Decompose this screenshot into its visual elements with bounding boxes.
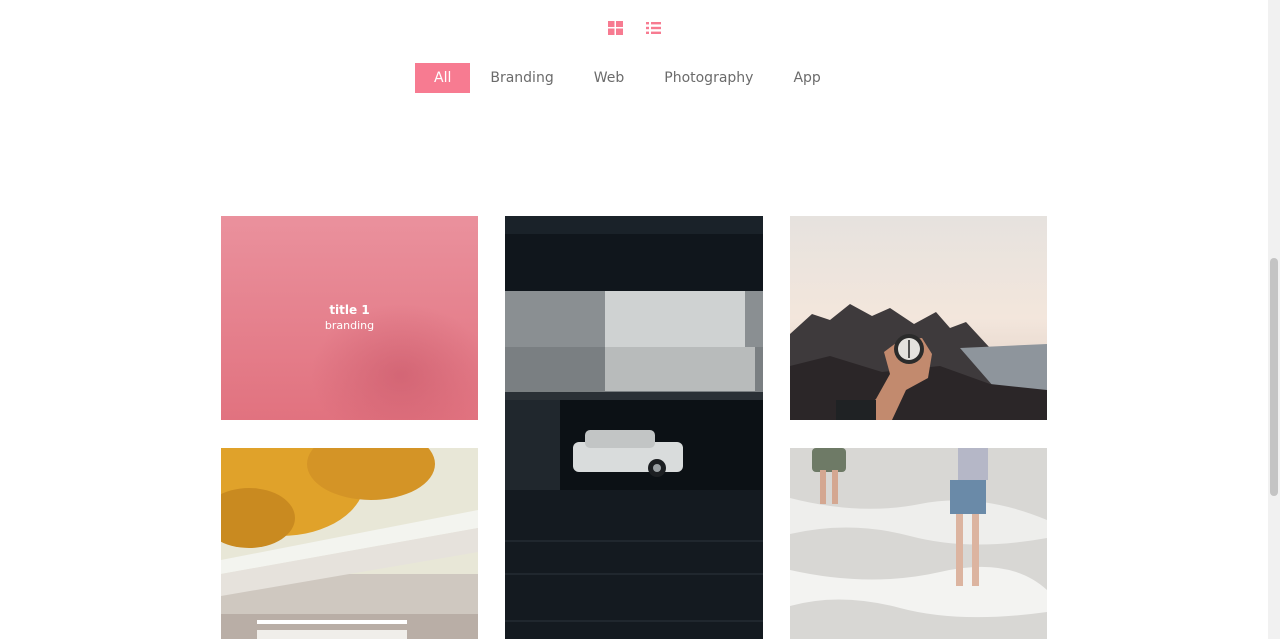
portfolio-item-garage[interactable] xyxy=(505,216,763,639)
filter-app[interactable]: App xyxy=(773,63,840,93)
portfolio-filter-bar: All Branding Web Photography App xyxy=(415,63,841,93)
filter-all[interactable]: All xyxy=(415,63,471,93)
view-toggle xyxy=(608,20,661,35)
filter-branding[interactable]: Branding xyxy=(470,63,573,93)
item-title: title 1 xyxy=(329,303,370,317)
portfolio-image xyxy=(505,216,763,639)
portfolio-item-autumn[interactable] xyxy=(221,448,478,639)
filter-photography[interactable]: Photography xyxy=(644,63,773,93)
portfolio-image xyxy=(790,216,1047,420)
portfolio-item-branding[interactable]: title 1 branding xyxy=(221,216,478,420)
portfolio-image xyxy=(221,448,478,639)
scrollbar-thumb[interactable] xyxy=(1270,258,1278,496)
portfolio-image xyxy=(790,448,1047,639)
page-scrollbar[interactable] xyxy=(1268,0,1280,639)
list-view-icon[interactable] xyxy=(646,20,661,34)
portfolio-item-beach[interactable] xyxy=(790,448,1047,639)
grid-view-icon[interactable] xyxy=(608,20,623,35)
item-overlay: title 1 branding xyxy=(221,216,478,420)
item-category: branding xyxy=(324,319,375,332)
filter-web[interactable]: Web xyxy=(574,63,645,93)
portfolio-item-compass[interactable] xyxy=(790,216,1047,420)
